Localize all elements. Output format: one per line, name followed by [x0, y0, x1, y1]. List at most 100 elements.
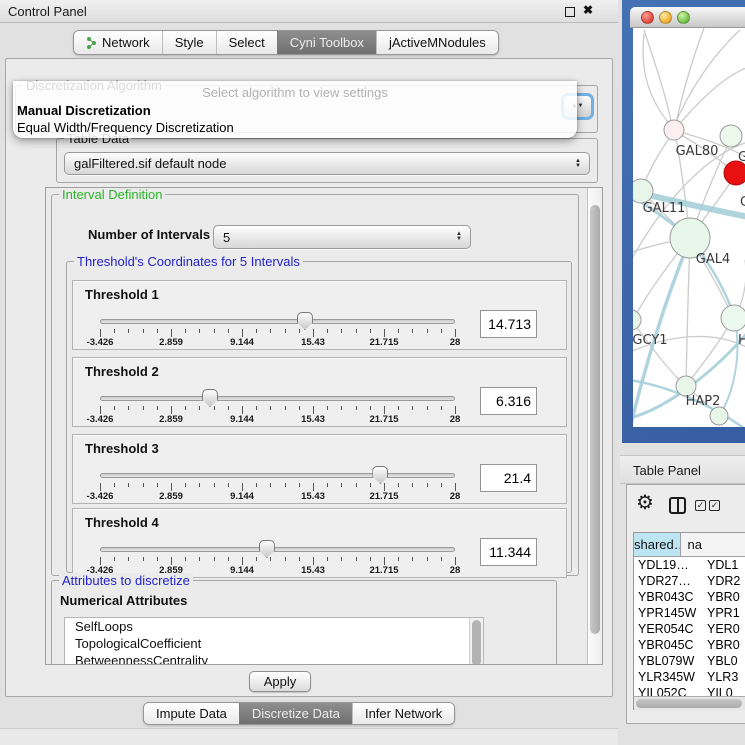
slider-tick — [157, 329, 158, 333]
tab-network[interactable]: Network — [74, 31, 162, 54]
tab-label: Style — [175, 31, 204, 54]
network-edge[interactable] — [675, 68, 745, 129]
slider-tick — [427, 483, 428, 487]
slider-thumb[interactable] — [297, 312, 313, 330]
tab-select[interactable]: Select — [216, 31, 277, 54]
network-node[interactable] — [633, 179, 653, 203]
network-node[interactable] — [710, 407, 728, 425]
slider-tick — [285, 329, 286, 333]
threshold-value-field[interactable] — [480, 310, 537, 338]
slider-track[interactable] — [100, 319, 455, 324]
tab-jactivemnodules[interactable]: jActiveMNodules — [376, 31, 498, 54]
network-node[interactable] — [720, 125, 742, 147]
tab-discretize-data[interactable]: Discretize Data — [239, 703, 352, 724]
table-row[interactable]: YDR27…YDR2 — [634, 573, 745, 589]
close-icon[interactable]: ✖ — [583, 3, 593, 17]
attributes-group-title: Attributes to discretize — [59, 573, 193, 588]
network-edge[interactable] — [686, 241, 690, 384]
algorithm-popup-item[interactable]: Manual Discretization — [17, 103, 151, 118]
slider-tick — [370, 329, 371, 333]
apply-button[interactable]: Apply — [249, 671, 311, 692]
tab-style[interactable]: Style — [162, 31, 216, 54]
algorithm-popup-item[interactable]: Equal Width/Frequency Discretization — [17, 120, 234, 135]
numerical-attributes-list[interactable]: SelfLoopsTopologicalCoefficientBetweenne… — [64, 617, 484, 665]
table-column-header[interactable]: na — [681, 533, 745, 556]
table-row[interactable]: YPR145WYPR1 — [634, 605, 745, 621]
slider-tick — [199, 329, 200, 333]
slider-thumb[interactable] — [259, 540, 275, 558]
network-node[interactable] — [721, 305, 745, 331]
slider-tick — [143, 406, 144, 410]
panel-vertical-scrollbar[interactable] — [587, 188, 602, 664]
network-edge[interactable] — [673, 30, 740, 129]
table-row[interactable]: YIL052CYIL0 — [634, 685, 745, 696]
split-columns-icon[interactable] — [669, 497, 686, 514]
scrollbar-thumb[interactable] — [472, 620, 481, 665]
interval-definition-group-title: Interval Definition — [59, 187, 165, 202]
list-vertical-scrollbar[interactable] — [469, 618, 483, 665]
algorithm-dropdown-popup: Select algorithm to view settings Manual… — [13, 81, 577, 138]
network-edge-highlighted[interactable] — [719, 320, 737, 415]
tab-cyni-toolbox[interactable]: Cyni Toolbox — [277, 31, 376, 54]
table-row[interactable]: YDL19…YDL1 — [634, 557, 745, 573]
thresholds-group-title: Threshold's Coordinates for 5 Intervals — [74, 254, 303, 269]
table-horizontal-scrollbar[interactable] — [634, 696, 745, 710]
threshold-value-field[interactable] — [480, 538, 537, 566]
table-row[interactable]: YER054CYER0 — [634, 621, 745, 637]
attribute-list-item[interactable]: SelfLoops — [65, 618, 483, 635]
slider-tick — [441, 483, 442, 487]
table-row[interactable]: YLR345WYLR3 — [634, 669, 745, 685]
scrollbar-thumb[interactable] — [590, 205, 600, 634]
slider-track[interactable] — [100, 547, 455, 552]
slider-thumb[interactable] — [372, 466, 388, 484]
attribute-list-item[interactable]: TopologicalCoefficient — [65, 635, 483, 652]
network-edge[interactable] — [644, 30, 672, 126]
table-row[interactable]: YBL079WYBL0 — [634, 653, 745, 669]
threshold-value-field[interactable] — [480, 387, 537, 415]
tab-impute-data[interactable]: Impute Data — [144, 703, 239, 724]
table-column-header[interactable]: shared… — [634, 533, 681, 556]
network-canvas[interactable]: GAL80GCGAL11GAL4GCY1HHAP2 — [633, 28, 745, 427]
slider-tick-label: -3.426 — [87, 491, 114, 502]
checkbox-icon[interactable]: ✓ — [709, 500, 720, 511]
scrollbar-thumb[interactable] — [636, 699, 742, 708]
network-edge[interactable] — [687, 324, 730, 384]
table-row[interactable]: YBR045CYBR0 — [634, 637, 745, 653]
network-node[interactable] — [633, 310, 641, 330]
network-edge[interactable] — [643, 34, 673, 128]
network-edge[interactable] — [676, 28, 704, 123]
app-root: Control Panel ✖ NetworkStyleSelectCyni T… — [0, 0, 745, 745]
slider-tick — [185, 557, 186, 561]
zoom-traffic-light-icon[interactable] — [677, 11, 690, 24]
threshold-value-field[interactable] — [480, 464, 537, 492]
slider-tick — [157, 483, 158, 487]
slider-tick-label: 2.859 — [159, 414, 183, 425]
attribute-list-item[interactable]: BetweennessCentrality — [65, 652, 483, 665]
slider-track[interactable] — [100, 396, 455, 401]
table-data-combo[interactable]: galFiltered.sif default node ▲▼ — [64, 152, 590, 175]
checkbox-icon[interactable]: ✓ — [695, 500, 706, 511]
network-node[interactable] — [664, 120, 684, 140]
slider-tick — [356, 406, 357, 410]
table-row[interactable]: YBR043CYBR0 — [634, 589, 745, 605]
slider-tick — [256, 483, 257, 487]
number-of-intervals-combo[interactable]: 5 ▲▼ — [213, 225, 471, 249]
network-node[interactable] — [676, 376, 696, 396]
slider-tick — [341, 483, 342, 487]
network-window-titlebar[interactable] — [630, 7, 745, 28]
float-window-icon[interactable] — [565, 7, 575, 17]
minimize-traffic-light-icon[interactable] — [659, 11, 672, 24]
slider-thumb[interactable] — [202, 389, 218, 407]
slider-tick-label: 9.144 — [230, 565, 254, 576]
slider-tick-label: -3.426 — [87, 414, 114, 425]
threshold-label: Threshold 1 — [85, 287, 159, 302]
tab-infer-network[interactable]: Infer Network — [352, 703, 454, 724]
slider-tick — [214, 329, 215, 333]
slider-track[interactable] — [100, 473, 455, 478]
slider-tick — [143, 483, 144, 487]
threshold-label: Threshold 4 — [85, 515, 159, 530]
slider-tick — [228, 329, 229, 333]
slider-tick — [199, 483, 200, 487]
close-traffic-light-icon[interactable] — [641, 11, 654, 24]
gear-icon[interactable]: ⚙ — [636, 493, 654, 513]
